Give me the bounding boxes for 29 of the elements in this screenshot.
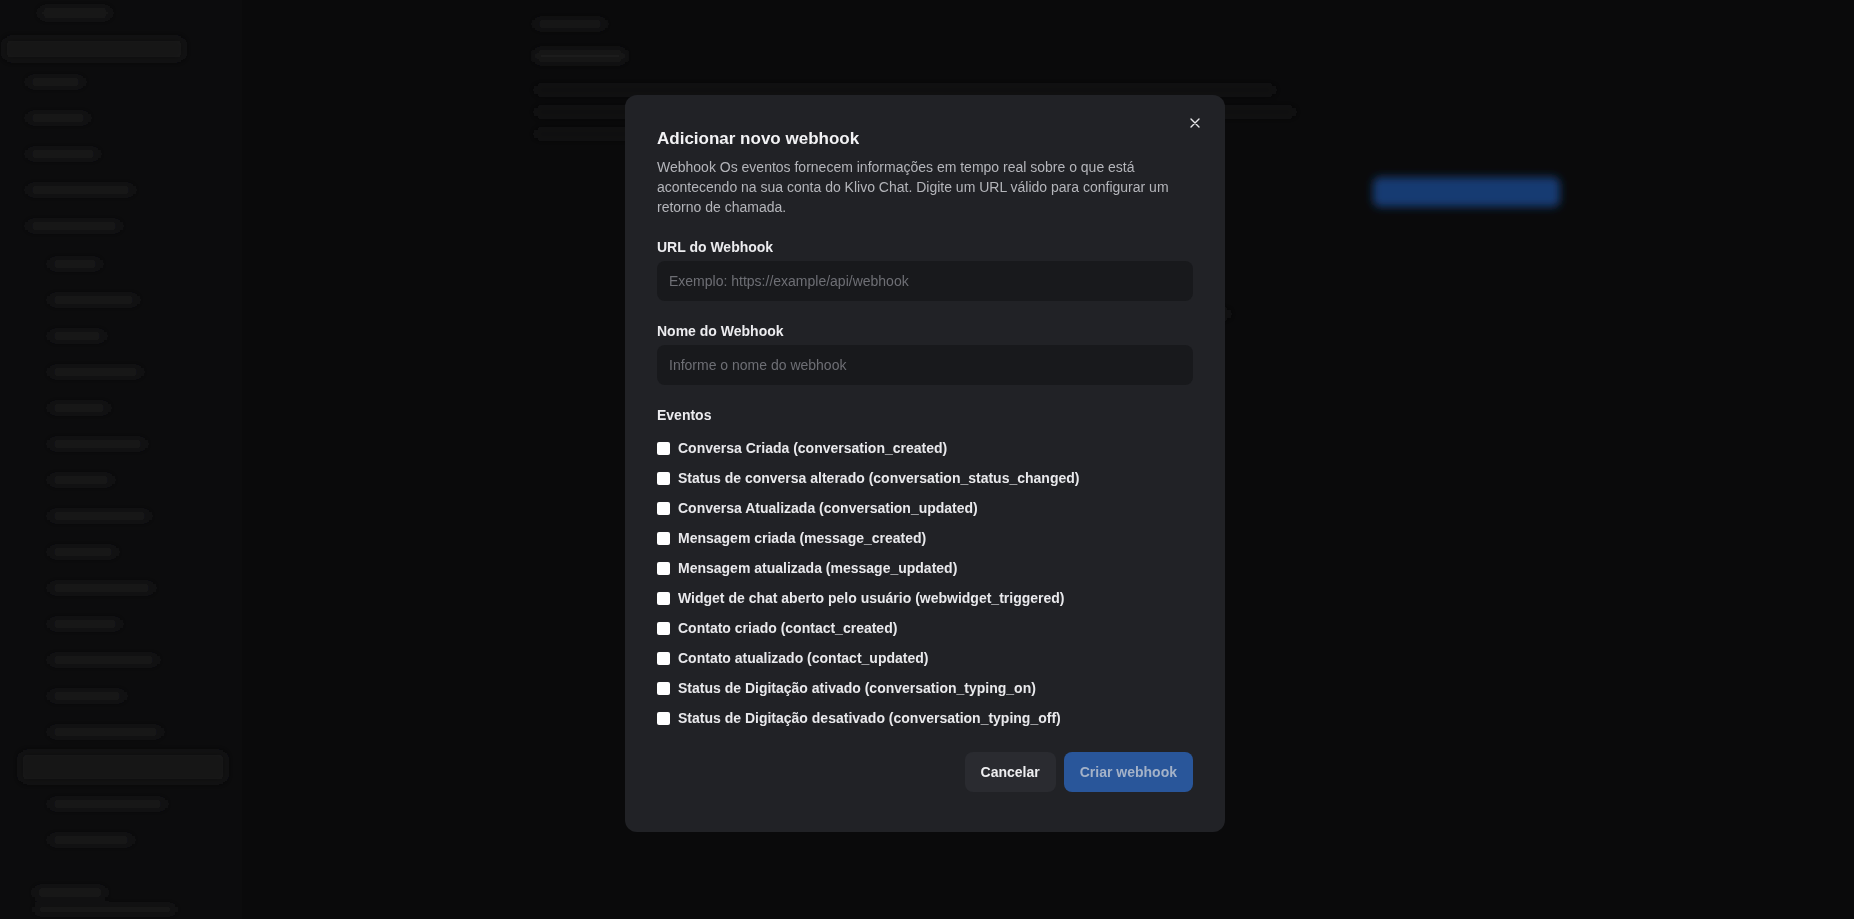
checkbox-label: Contato criado (contact_created) (678, 619, 898, 637)
checkbox-label: Widget de chat aberto pelo usuário (webwidget_triggered) (678, 589, 1065, 607)
checkbox-label: Contato atualizado (contact_updated) (678, 649, 929, 667)
dialog-description: Webhook Os eventos fornecem informações em tempo real sobre o que está acontecendo na sua conta do Klivo Chat. Digite um URL válido para configurar um retorno de chamada. (657, 158, 1170, 217)
checkbox-label: Conversa Atualizada (conversation_updated) (678, 499, 978, 517)
checkbox-label: Status de Digitação ativado (conversation_typing_on) (678, 679, 1036, 697)
checkbox[interactable] (657, 591, 670, 605)
checkbox-label: Mensagem criada (message_created) (678, 529, 927, 547)
checkbox[interactable] (657, 621, 670, 635)
dialog-title: Adicionar novo webhook (657, 128, 861, 150)
checkbox[interactable] (657, 651, 670, 665)
checkbox[interactable] (657, 531, 670, 545)
section-label: Eventos (657, 406, 713, 425)
checkbox[interactable] (657, 711, 670, 725)
input-field[interactable]: Informe o nome do webhook (657, 345, 1193, 385)
checkbox-label: Conversa Criada (conversation_created) (678, 439, 948, 457)
checkbox[interactable] (657, 561, 670, 575)
field-label: Nome do Webhook (657, 322, 785, 341)
cancel-button[interactable]: Cancelar (964, 752, 1056, 792)
checkbox[interactable] (657, 471, 670, 485)
checkbox-label: Mensagem atualizada (message_updated) (678, 559, 958, 577)
field-label: URL do Webhook (657, 238, 775, 257)
checkbox[interactable] (657, 441, 670, 455)
checkbox[interactable] (657, 681, 670, 695)
checkbox[interactable] (657, 501, 670, 515)
checkbox-label: Status de conversa alterado (conversation_status_changed) (678, 469, 1080, 487)
close-icon (1190, 118, 1200, 128)
input-field[interactable]: Exemplo: https://example/api/webhook (657, 261, 1193, 301)
checkbox-label: Status de Digitação desativado (conversation_typing_off) (678, 709, 1061, 727)
